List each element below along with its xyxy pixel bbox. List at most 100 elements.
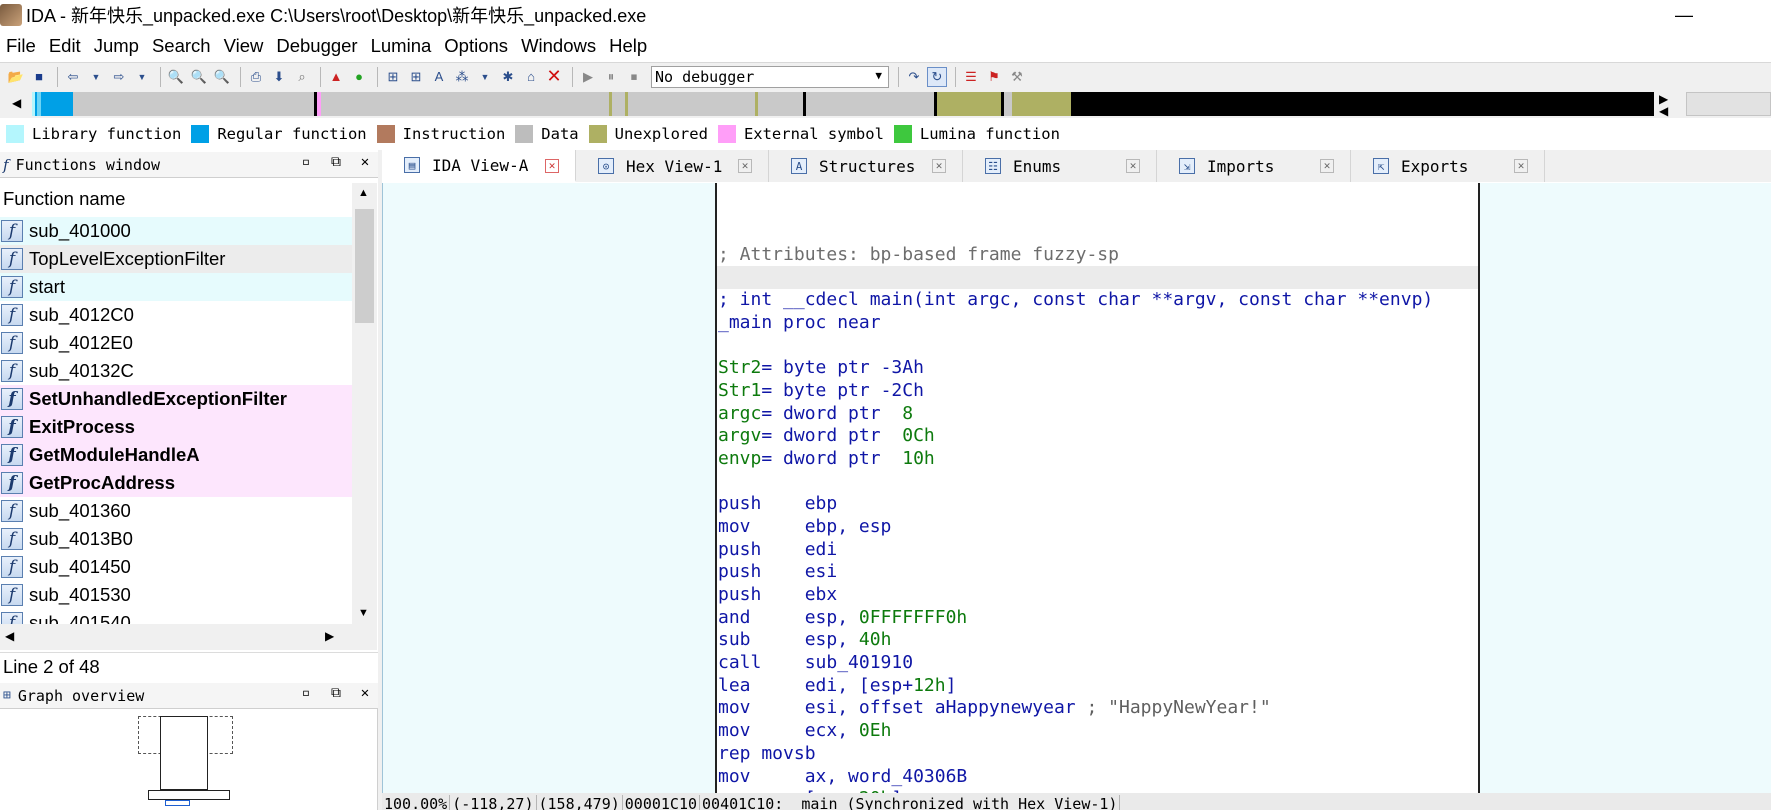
menu-item-windows[interactable]: Windows xyxy=(515,35,603,57)
forward-dropdown-icon[interactable]: ▼ xyxy=(132,67,152,87)
close-icon[interactable]: ✕ xyxy=(738,159,752,173)
panel-close-icon[interactable]: ✕ xyxy=(355,154,375,170)
panel-minimize-icon[interactable]: ▫ xyxy=(296,685,316,701)
nav-left-small-icon[interactable]: ◀ xyxy=(1659,104,1668,118)
function-row[interactable]: f GetModuleHandleA xyxy=(0,441,352,469)
scroll-down-icon[interactable]: ▼ xyxy=(358,607,369,619)
minimize-button[interactable]: — xyxy=(1661,0,1707,30)
disassembly-line[interactable]: push edi xyxy=(717,539,1478,562)
step-into-icon[interactable]: ↷ xyxy=(904,67,924,87)
disassembly-line[interactable]: mov ecx, 0Eh xyxy=(717,720,1478,743)
function-name-column-header[interactable]: Function name xyxy=(0,183,352,215)
function-icon[interactable]: ⌂ xyxy=(521,67,541,87)
menu-item-debugger[interactable]: Debugger xyxy=(270,35,364,57)
menu-item-edit[interactable]: Edit xyxy=(43,35,88,57)
disassembly-line[interactable]: lea edi, [esp+12h] xyxy=(717,675,1478,698)
close-icon[interactable]: ✕ xyxy=(1320,159,1334,173)
add-data-icon[interactable]: ⊞ xyxy=(406,67,426,87)
disassembly-line[interactable]: _main proc near xyxy=(717,312,1478,335)
disassembly-line[interactable]: argc= dword ptr 8 xyxy=(717,403,1478,426)
add-string-icon[interactable]: A xyxy=(429,67,449,87)
disassembly-line[interactable]: and esp, 0FFFFFFF0h xyxy=(717,607,1478,630)
disassembly-line[interactable]: argv= dword ptr 0Ch xyxy=(717,425,1478,448)
navigation-strip[interactable] xyxy=(32,92,1654,116)
nav-left-icon[interactable]: ◀ xyxy=(12,96,21,110)
disassembly-line[interactable]: mov ebp, esp xyxy=(717,516,1478,539)
forward-icon[interactable]: ⇨ xyxy=(109,67,129,87)
tab-ida-view-a[interactable]: ▤ IDA View-A ✕ xyxy=(382,150,576,182)
function-row[interactable]: f TopLevelExceptionFilter xyxy=(0,245,352,273)
function-row[interactable]: f ExitProcess xyxy=(0,413,352,441)
function-row[interactable]: f start xyxy=(0,273,352,301)
pause-debug-icon[interactable]: ⏸ xyxy=(601,67,621,87)
disassembly-line[interactable]: ; int __cdecl main(int argc, const char … xyxy=(717,289,1478,312)
tab-imports[interactable]: ⇲ Imports ✕ xyxy=(1157,150,1351,182)
menu-item-help[interactable]: Help xyxy=(603,35,654,57)
print-icon[interactable]: ⎙ xyxy=(246,67,266,87)
scroll-up-icon[interactable]: ▲ xyxy=(358,187,369,199)
disassembly-line[interactable]: call sub_401910 xyxy=(717,652,1478,675)
debugger-select[interactable]: No debugger ▼ xyxy=(651,65,889,88)
nav-scrollbar[interactable] xyxy=(1686,92,1771,116)
start-debug-icon[interactable]: ▶ xyxy=(578,67,598,87)
scroll-right-icon[interactable]: ▶ xyxy=(325,629,334,643)
undefine-icon[interactable]: ✕ xyxy=(544,66,564,87)
function-row[interactable]: f sub_401530 xyxy=(0,581,352,609)
function-row[interactable]: f sub_4012C0 xyxy=(0,301,352,329)
menu-item-view[interactable]: View xyxy=(218,35,271,57)
disassembly-line[interactable]: Str2= byte ptr -3Ah xyxy=(717,357,1478,380)
close-icon[interactable]: ✕ xyxy=(932,159,946,173)
function-row[interactable]: f sub_401360 xyxy=(0,497,352,525)
panel-float-icon[interactable]: ⧉ xyxy=(326,154,346,170)
function-row[interactable]: f GetProcAddress xyxy=(0,469,352,497)
scroll-left-icon[interactable]: ◀ xyxy=(5,629,14,643)
scroll-thumb[interactable] xyxy=(355,209,374,323)
tab-hex-view-1[interactable]: ⊙ Hex View-1 ✕ xyxy=(576,150,769,182)
close-icon[interactable]: ✕ xyxy=(545,159,559,173)
disassembly-line[interactable]: envp= dword ptr 10h xyxy=(717,448,1478,471)
search-immediate-icon[interactable]: 🔍 xyxy=(212,67,232,87)
disassembly-panel[interactable]: ; Attributes: bp-based frame fuzzy-sp ; … xyxy=(715,183,1480,793)
graph-icon[interactable]: ▲ xyxy=(326,67,346,87)
graph-overview-canvas[interactable] xyxy=(0,709,378,810)
menu-item-jump[interactable]: Jump xyxy=(88,35,146,57)
tab-enums[interactable]: ☷ Enums ✕ xyxy=(963,150,1157,182)
tab-exports[interactable]: ⇱ Exports ✕ xyxy=(1351,150,1545,182)
function-row[interactable]: f sub_401540 xyxy=(0,609,352,624)
disassembly-line[interactable]: rep movsb xyxy=(717,743,1478,766)
dropdown-icon[interactable]: ▼ xyxy=(475,67,495,87)
disassembly-line[interactable]: sub esp, 40h xyxy=(717,629,1478,652)
back-dropdown-icon[interactable]: ▼ xyxy=(86,67,106,87)
panel-float-icon[interactable]: ⧉ xyxy=(326,685,346,701)
menu-item-options[interactable]: Options xyxy=(438,35,515,57)
disassembly-line[interactable] xyxy=(717,471,1478,494)
panel-minimize-icon[interactable]: ▫ xyxy=(296,154,316,170)
functions-vscrollbar[interactable]: ▲ ▼ xyxy=(352,183,377,624)
close-icon[interactable]: ✕ xyxy=(1514,159,1528,173)
list-icon[interactable]: ☰ xyxy=(961,67,981,87)
disassembly-line[interactable] xyxy=(717,266,1478,290)
functions-hscrollbar[interactable]: ◀ ▶ xyxy=(0,624,377,650)
run-green-icon[interactable]: ● xyxy=(349,67,369,87)
disassembly-line[interactable]: push ebx xyxy=(717,584,1478,607)
xref-icon[interactable]: ✱ xyxy=(498,67,518,87)
step-over-icon[interactable]: ↻ xyxy=(927,66,947,87)
panel-close-icon[interactable]: ✕ xyxy=(355,685,375,701)
jump-down-icon[interactable]: ⬇ xyxy=(269,67,289,87)
breakpoint-icon[interactable]: ⚑ xyxy=(984,67,1004,87)
disassembly-line[interactable]: ; Attributes: bp-based frame fuzzy-sp xyxy=(717,244,1478,267)
open-icon[interactable]: 📂 xyxy=(6,67,26,87)
function-row[interactable]: f sub_4013B0 xyxy=(0,525,352,553)
disassembly-line[interactable]: push esi xyxy=(717,561,1478,584)
stop-debug-icon[interactable]: ⏹ xyxy=(624,67,644,87)
function-row[interactable]: f sub_401450 xyxy=(0,553,352,581)
function-row[interactable]: f sub_40132C xyxy=(0,357,352,385)
function-row[interactable]: f sub_401000 xyxy=(0,217,352,245)
find-icon[interactable]: ⌕ xyxy=(292,67,312,87)
disassembly-line[interactable]: mov esi, offset aHappynewyear ; "HappyNe… xyxy=(717,697,1478,720)
disassembly-line[interactable]: mov ax, word_40306B xyxy=(717,766,1478,789)
disassembly-line[interactable]: Str1= byte ptr -2Ch xyxy=(717,380,1478,403)
disassembly-line[interactable] xyxy=(717,334,1478,357)
tab-structures[interactable]: A Structures ✕ xyxy=(769,150,963,182)
add-enum-icon[interactable]: ⁂ xyxy=(452,67,472,87)
